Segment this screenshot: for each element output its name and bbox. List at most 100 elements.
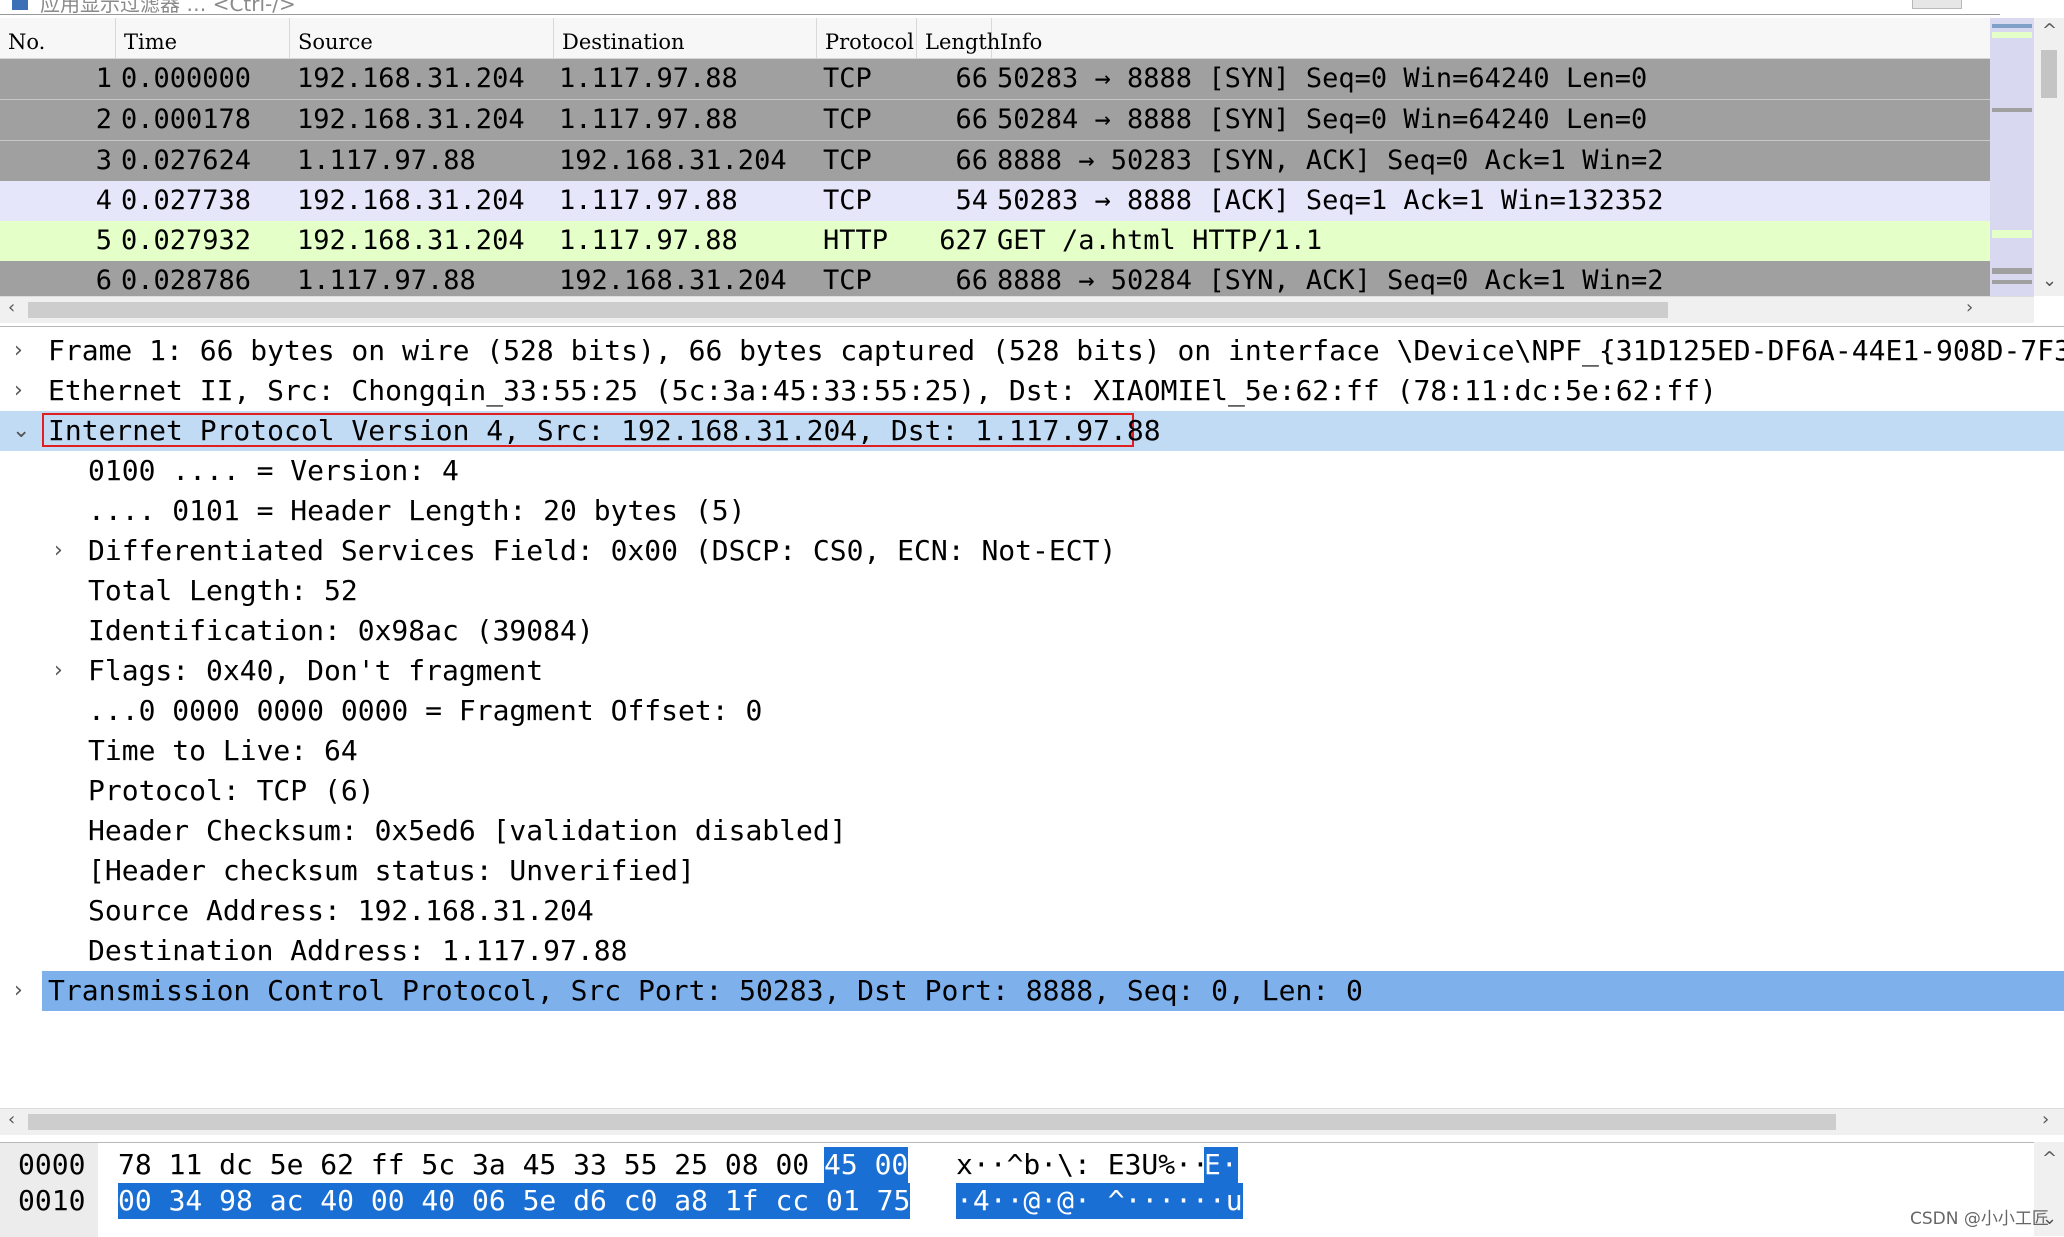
details-horizontal-scrollbar[interactable]: ‹ › (0, 1108, 2064, 1135)
packet-destination: 192.168.31.204 (559, 265, 787, 296)
tree-item-identification[interactable]: Identification: 0x98ac (39084) (0, 611, 2064, 651)
hex-bytes[interactable]: 78 11 dc 5e 62 ff 5c 3a 45 33 55 25 08 0… (118, 1147, 809, 1183)
packet-protocol: TCP (823, 265, 872, 296)
expand-arrow-icon[interactable]: › (14, 371, 23, 411)
scroll-right-icon[interactable]: › (2042, 1109, 2049, 1130)
tree-item-header-checksum[interactable]: Header Checksum: 0x5ed6 [validation disa… (0, 811, 2064, 851)
tree-item-ethernet[interactable]: › Ethernet II, Src: Chongqin_33:55:25 (5… (0, 371, 2064, 411)
apply-filter-button[interactable] (1912, 0, 1962, 9)
packet-destination: 1.117.97.88 (559, 63, 738, 94)
tree-item-fragment-offset[interactable]: ...0 0000 0000 0000 = Fragment Offset: 0 (0, 691, 2064, 731)
expand-arrow-icon[interactable]: › (14, 331, 23, 371)
scroll-up-icon[interactable]: ^ (2042, 1148, 2057, 1169)
packet-no: 1 (95, 63, 112, 94)
packet-length: 54 (955, 185, 988, 216)
tree-item-label: Protocol: TCP (6) (88, 774, 375, 807)
scroll-up-icon[interactable]: ^ (2042, 20, 2057, 41)
packet-protocol: TCP (823, 185, 872, 216)
packet-list-horizontal-scrollbar[interactable]: ‹ › (0, 296, 2034, 323)
scroll-left-icon[interactable]: ‹ (8, 1109, 15, 1130)
tree-item-flags[interactable]: › Flags: 0x40, Don't fragment (0, 651, 2064, 691)
packet-info: GET /a.html HTTP/1.1 (997, 225, 1323, 256)
scroll-thumb[interactable] (28, 1114, 1836, 1130)
tree-item-label: Flags: 0x40, Don't fragment (88, 654, 544, 687)
tree-item-label: Transmission Control Protocol, Src Port:… (48, 974, 1363, 1007)
scroll-right-icon[interactable]: › (1966, 297, 1973, 318)
tree-item-label: Header Checksum: 0x5ed6 [validation disa… (88, 814, 847, 847)
packet-source: 1.117.97.88 (297, 265, 476, 296)
column-header-no[interactable]: No. (0, 18, 116, 58)
tree-item-destination-address[interactable]: Destination Address: 1.117.97.88 (0, 931, 2064, 971)
tree-item-label: ...0 0000 0000 0000 = Fragment Offset: 0 (88, 694, 763, 727)
packet-row[interactable]: 5 0.027932 192.168.31.204 1.117.97.88 HT… (0, 221, 1990, 261)
ascii-bytes[interactable]: x··^b·\: E3U%·· (956, 1147, 1209, 1183)
packet-info: 8888 → 50283 [SYN, ACK] Seq=0 Ack=1 Win=… (997, 145, 1664, 176)
tree-item-label: [Header checksum status: Unverified] (88, 854, 695, 887)
tree-item-ipv4[interactable]: ⌄ Internet Protocol Version 4, Src: 192.… (0, 411, 2064, 451)
packet-minimap[interactable] (1990, 18, 2034, 296)
expand-arrow-icon[interactable]: › (54, 651, 63, 691)
ascii-bytes-selected[interactable]: E· (1204, 1147, 1238, 1183)
scroll-down-icon[interactable]: ⌄ (2042, 270, 2057, 291)
column-header-info[interactable]: Info (992, 18, 1990, 58)
bookmark-icon[interactable] (12, 0, 28, 10)
scroll-left-icon[interactable]: ‹ (8, 297, 15, 318)
scroll-thumb[interactable] (28, 302, 1668, 318)
column-header-protocol[interactable]: Protocol (817, 18, 917, 58)
packet-time: 0.028786 (121, 265, 252, 296)
packet-length: 66 (955, 63, 988, 94)
display-filter-bar[interactable]: 应用显示过滤器 … <Ctrl-/> ⋮ (0, 0, 2000, 15)
packet-time: 0.000000 (121, 63, 252, 94)
packet-bytes-pane[interactable]: 0000 78 11 dc 5e 62 ff 5c 3a 45 33 55 25… (0, 1142, 2064, 1237)
packet-time: 0.027738 (121, 185, 252, 216)
packet-no: 3 (95, 145, 112, 176)
packet-time: 0.027624 (121, 145, 252, 176)
packet-row[interactable]: 2 0.000178 192.168.31.204 1.117.97.88 TC… (0, 100, 1990, 140)
packet-time: 0.000178 (121, 104, 252, 135)
packet-list[interactable]: No. Time Source Destination Protocol Len… (0, 18, 1990, 296)
packet-source: 192.168.31.204 (297, 63, 525, 94)
tree-item-dsfield[interactable]: › Differentiated Services Field: 0x00 (D… (0, 531, 2064, 571)
packet-protocol: HTTP (823, 225, 889, 256)
packet-length: 66 (955, 265, 988, 296)
packet-row[interactable]: 4 0.027738 192.168.31.204 1.117.97.88 TC… (0, 181, 1990, 221)
packet-source: 1.117.97.88 (297, 145, 476, 176)
hex-bytes-selected[interactable]: 45 00 (824, 1147, 909, 1183)
tree-item-label: Internet Protocol Version 4, Src: 192.16… (48, 414, 1161, 447)
packet-destination: 1.117.97.88 (559, 185, 738, 216)
expand-arrow-icon[interactable]: › (14, 971, 23, 1011)
tree-item-checksum-status[interactable]: [Header checksum status: Unverified] (0, 851, 2064, 891)
tree-item-frame[interactable]: › Frame 1: 66 bytes on wire (528 bits), … (0, 331, 2064, 371)
packet-protocol: TCP (823, 145, 872, 176)
column-header-time[interactable]: Time (116, 18, 290, 58)
packet-row[interactable]: 1 0.000000 192.168.31.204 1.117.97.88 TC… (0, 59, 1990, 99)
tree-item-source-address[interactable]: Source Address: 192.168.31.204 (0, 891, 2064, 931)
tree-item-ip-version[interactable]: 0100 .... = Version: 4 (0, 451, 2064, 491)
tree-item-tcp[interactable]: › Transmission Control Protocol, Src Por… (0, 971, 2064, 1011)
column-header-destination[interactable]: Destination (554, 18, 817, 58)
packet-no: 4 (95, 185, 112, 216)
filter-input[interactable]: 应用显示过滤器 … <Ctrl-/> (40, 0, 296, 14)
ascii-bytes-selected[interactable]: ·4··@·@· ^······u (956, 1183, 1243, 1219)
hex-bytes-selected[interactable]: 00 34 98 ac 40 00 40 06 5e d6 c0 a8 1f c… (118, 1183, 911, 1219)
tree-item-protocol[interactable]: Protocol: TCP (6) (0, 771, 2064, 811)
packet-list-vertical-scrollbar[interactable]: ^ ⌄ (2034, 18, 2064, 296)
packet-source: 192.168.31.204 (297, 185, 525, 216)
packet-details-tree[interactable]: › Frame 1: 66 bytes on wire (528 bits), … (0, 326, 2064, 1109)
tree-item-total-length[interactable]: Total Length: 52 (0, 571, 2064, 611)
watermark: CSDN @小小工匠 (1910, 1209, 2049, 1229)
tree-item-label: .... 0101 = Header Length: 20 bytes (5) (88, 494, 746, 527)
packet-info: 50283 → 8888 [SYN] Seq=0 Win=64240 Len=0 (997, 63, 1648, 94)
expand-arrow-icon[interactable]: › (54, 531, 63, 571)
packet-info: 50284 → 8888 [SYN] Seq=0 Win=64240 Len=0 (997, 104, 1648, 135)
column-header-source[interactable]: Source (290, 18, 554, 58)
tree-item-label: Total Length: 52 (88, 574, 358, 607)
scroll-thumb[interactable] (2041, 50, 2057, 98)
collapse-arrow-icon[interactable]: ⌄ (12, 411, 30, 451)
tree-item-label: Destination Address: 1.117.97.88 (88, 934, 628, 967)
packet-row[interactable]: 3 0.027624 1.117.97.88 192.168.31.204 TC… (0, 141, 1990, 181)
tree-item-ttl[interactable]: Time to Live: 64 (0, 731, 2064, 771)
tree-item-header-length[interactable]: .... 0101 = Header Length: 20 bytes (5) (0, 491, 2064, 531)
packet-row[interactable]: 6 0.028786 1.117.97.88 192.168.31.204 TC… (0, 261, 1990, 296)
column-header-length[interactable]: Length (917, 18, 1000, 58)
